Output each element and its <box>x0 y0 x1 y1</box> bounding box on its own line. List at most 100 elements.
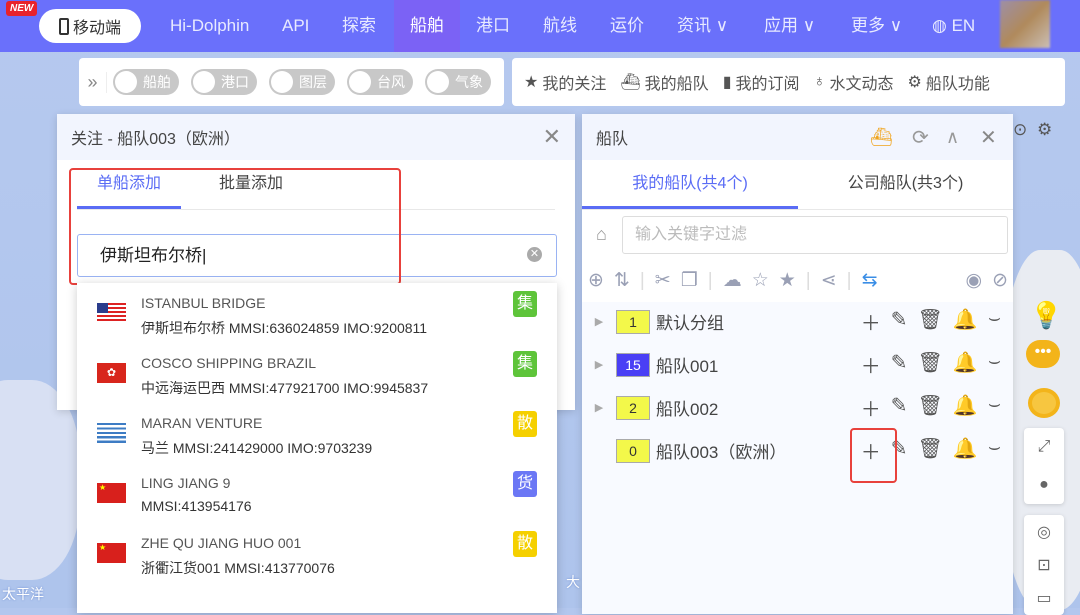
nav-routes[interactable]: 航线 <box>535 0 585 52</box>
toggle-ports[interactable]: 港口 <box>191 69 257 95</box>
ship-name: ISTANBUL BRIDGE <box>141 295 266 311</box>
my-subscription-link[interactable]: ▮ 我的订阅 <box>723 70 800 94</box>
map-label-pacific: 太平洋 <box>2 586 44 602</box>
unstar-icon[interactable]: ★ <box>779 269 796 292</box>
list-item[interactable]: ISTANBUL BRIDGE 伊斯坦布尔桥 MMSI:636024859 IM… <box>77 283 557 343</box>
nav-hi-dolphin[interactable]: Hi-Dolphin <box>162 0 257 52</box>
add-icon[interactable]: ＋ <box>861 393 881 422</box>
fleet-functions-link[interactable]: ⚙ 船队功能 <box>908 70 990 94</box>
support-icon[interactable] <box>1028 388 1060 418</box>
toggle-typhoon[interactable]: 台风 <box>347 69 413 95</box>
close-icon[interactable]: ✕ <box>980 125 997 150</box>
add-icon[interactable]: ＋ <box>861 350 881 379</box>
fullscreen-icon[interactable]: ⤢ <box>1038 438 1051 456</box>
group-name: 默认分组 <box>656 314 724 333</box>
hide-icon[interactable]: ⌣ <box>988 393 1001 422</box>
collapse-icon[interactable]: ∧ <box>946 127 959 148</box>
play-icon[interactable]: ⊙ <box>1013 120 1027 140</box>
nav-freight[interactable]: 运价 <box>602 0 652 52</box>
toggle-ships[interactable]: 船舶 <box>113 69 179 95</box>
my-fleet-link[interactable]: ⛴ 我的船队 <box>620 70 708 94</box>
list-item[interactable]: ★ LING JIANG 9 MMSI:413954176 货 <box>77 463 557 523</box>
star-icon[interactable]: ☆ <box>752 269 769 292</box>
lightbulb-icon[interactable]: 💡 <box>1030 300 1062 331</box>
expand-icon[interactable]: » <box>79 71 107 93</box>
switch-icon[interactable]: ⇆ <box>862 269 878 292</box>
eye-icon[interactable]: ◉ <box>965 269 982 292</box>
close-icon[interactable]: ✕ <box>543 124 561 150</box>
sort-icon[interactable]: ⇅ <box>614 269 630 292</box>
nav-apps[interactable]: 应用 ∨ <box>756 0 823 52</box>
refresh-icon[interactable]: ⟳ <box>912 125 929 150</box>
map-label: 大 <box>566 574 580 590</box>
expand-arrow-icon[interactable]: ▶ <box>582 358 616 371</box>
type-badge: 集 <box>513 291 537 317</box>
hide-icon[interactable]: ⌣ <box>988 436 1001 465</box>
avatar[interactable] <box>1000 0 1050 48</box>
nav-ships[interactable]: 船舶 <box>394 0 460 52</box>
top-nav: 移动端 NEW Hi-Dolphin API 探索 船舶 港口 航线 运价 资讯… <box>0 0 1080 52</box>
hide-icon[interactable]: ⌣ <box>988 350 1001 379</box>
list-item[interactable]: ✿ COSCO SHIPPING BRAZIL 中远海运巴西 MMSI:4779… <box>77 343 557 403</box>
bell-icon[interactable]: 🔔 <box>953 307 978 336</box>
fleet-group[interactable]: ▶ 2 船队002 ＋ ✎ 🗑 🔔 ⌣ <box>582 386 1013 429</box>
bell-icon[interactable]: 🔔 <box>953 436 978 465</box>
expand-arrow-icon[interactable]: ▶ <box>582 315 616 328</box>
eye-off-icon[interactable]: ⊘ <box>992 269 1008 292</box>
trash-icon[interactable]: 🗑 <box>918 393 943 422</box>
fingerprint-icon[interactable]: ◎ <box>1037 522 1051 542</box>
fleet-group[interactable]: ▶ 1 默认分组 ＋ ✎ 🗑 🔔 ⌣ <box>582 300 1013 343</box>
copy-icon[interactable]: ❐ <box>681 269 698 292</box>
upload-icon[interactable]: ☁ <box>723 269 742 292</box>
toggle-layers[interactable]: 图层 <box>269 69 335 95</box>
group-count: 2 <box>616 395 650 420</box>
tab-company-fleet[interactable]: 公司船队(共3个) <box>798 160 1013 209</box>
edit-icon[interactable]: ✎ <box>891 350 908 379</box>
chat-icon[interactable]: ••• <box>1026 340 1060 368</box>
my-follow-link[interactable]: ★ 我的关注 <box>524 70 606 94</box>
bell-icon[interactable]: 🔔 <box>953 350 978 379</box>
mobile-button[interactable]: 移动端 <box>39 9 141 43</box>
trash-icon[interactable]: 🗑 <box>918 436 943 465</box>
nav-explore[interactable]: 探索 <box>334 0 384 52</box>
add-icon[interactable]: ＋ <box>861 307 881 336</box>
nav-api[interactable]: API <box>274 0 317 52</box>
highlight-box <box>850 428 897 483</box>
bell-icon[interactable]: 🔔 <box>953 393 978 422</box>
panel-title: 船队 <box>596 131 629 148</box>
add-circle-icon[interactable]: ⊕ <box>588 269 604 292</box>
expand-arrow-icon[interactable]: ▶ <box>582 401 616 414</box>
fleet-group[interactable]: 0 船队003（欧洲） ＋ ✎ 🗑 🔔 ⌣ <box>582 429 1013 472</box>
edit-icon[interactable]: ✎ <box>891 393 908 422</box>
map-tools-2: ◎ ⊡ ▭ <box>1024 515 1064 615</box>
greece-flag-icon <box>97 423 126 443</box>
fleet-icon: ⚙ <box>907 74 922 91</box>
nav-more[interactable]: 更多 ∨ <box>843 0 910 52</box>
fleet-ship-icon[interactable]: ⛴ <box>870 127 893 148</box>
group-count: 1 <box>616 309 650 334</box>
trash-icon[interactable]: 🗑 <box>918 350 943 379</box>
clear-icon[interactable]: ✕ <box>527 247 542 262</box>
hydrology-link[interactable]: ♁ 水文动态 <box>814 70 894 94</box>
nav-news[interactable]: 资讯 ∨ <box>669 0 736 52</box>
share-icon[interactable]: ⋖ <box>821 269 837 292</box>
zoom-area-icon[interactable]: ⊡ <box>1037 555 1050 575</box>
hide-icon[interactable]: ⌣ <box>988 307 1001 336</box>
list-item[interactable]: ★ ZHE QU JIANG HUO 001 浙衢江货001 MMSI:4137… <box>77 523 557 583</box>
list-item[interactable]: MARAN VENTURE 马兰 MMSI:241429000 IMO:9703… <box>77 403 557 463</box>
measure-icon[interactable]: ▭ <box>1036 588 1051 608</box>
nav-ports[interactable]: 港口 <box>468 0 518 52</box>
fleet-group[interactable]: ▶ 15 船队001 ＋ ✎ 🗑 🔔 ⌣ <box>582 343 1013 386</box>
settings-icon[interactable]: ⚙ <box>1037 120 1052 140</box>
trash-icon[interactable]: 🗑 <box>918 307 943 336</box>
language-switch[interactable]: ◍ EN <box>924 0 983 52</box>
locate-icon[interactable]: ● <box>1039 476 1049 494</box>
edit-icon[interactable]: ✎ <box>891 307 908 336</box>
ship-info: 浙衢江货001 MMSI:413770076 <box>141 560 335 576</box>
filter-input[interactable]: 输入关键字过滤 <box>622 216 1008 254</box>
cut-icon[interactable]: ✂ <box>655 269 671 292</box>
panel-title: 关注 - 船队003（欧洲） <box>71 131 240 148</box>
toggle-weather[interactable]: 气象 <box>425 69 491 95</box>
tab-my-fleet[interactable]: 我的船队(共4个) <box>582 160 798 209</box>
tag-icon: ⌂ <box>596 224 607 244</box>
